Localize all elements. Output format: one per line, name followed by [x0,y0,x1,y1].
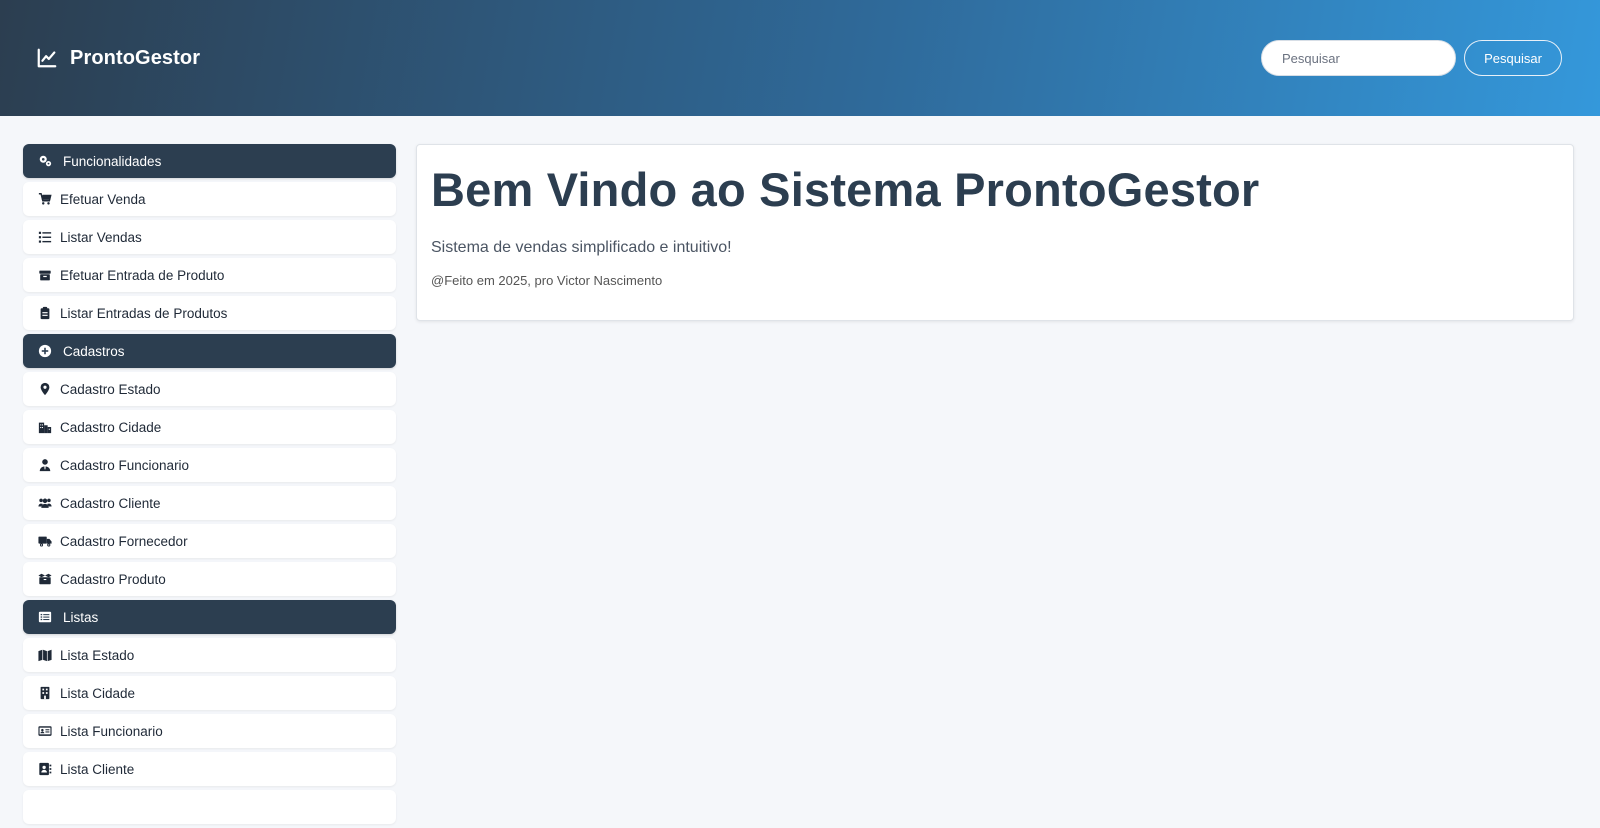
sidebar: Funcionalidades Efetuar Venda Listar Ven… [23,144,396,828]
sidebar-item-label: Cadastro Produto [60,571,166,587]
search-input[interactable] [1261,40,1456,76]
sidebar-item-label: Lista Cliente [60,761,135,777]
gears-icon [37,153,53,169]
sidebar-item-label: Lista Funcionario [60,723,163,739]
welcome-title: Bem Vindo ao Sistema ProntoGestor [431,163,1260,216]
sidebar-item-listar-vendas[interactable]: Listar Vendas [23,220,396,254]
boxes-icon [37,571,53,587]
list-alt-icon [37,609,53,625]
sidebar-item-label: Cadastro Cidade [60,419,162,435]
sidebar-item-cadastro-estado[interactable]: Cadastro Estado [23,372,396,406]
sidebar-item-label: Listar Vendas [60,229,142,245]
sidebar-item-label: Lista Cidade [60,685,136,701]
sidebar-item-lista-cidade[interactable]: Lista Cidade [23,676,396,710]
welcome-subtitle: Sistema de vendas simplificado e intuiti… [431,239,732,257]
brand-name: ProntoGestor [70,46,201,69]
sidebar-item-cadastro-fornecedor[interactable]: Cadastro Fornecedor [23,524,396,558]
top-navbar: ProntoGestor Pesquisar [0,0,1600,116]
city-icon [37,419,53,435]
map-icon [37,647,53,663]
sidebar-item-partial[interactable] [23,790,396,824]
address-book-icon [37,761,53,777]
sidebar-header-cadastros[interactable]: Cadastros [23,334,396,368]
box-icon [37,267,53,283]
sidebar-header-label: Cadastros [63,343,125,359]
sidebar-item-listar-entradas[interactable]: Listar Entradas de Produtos [23,296,396,330]
welcome-card: Bem Vindo ao Sistema ProntoGestor Sistem… [416,144,1574,321]
sidebar-item-lista-estado[interactable]: Lista Estado [23,638,396,672]
sidebar-item-label: Efetuar Entrada de Produto [60,267,225,283]
sidebar-item-lista-funcionario[interactable]: Lista Funcionario [23,714,396,748]
sidebar-item-efetuar-venda[interactable]: Efetuar Venda [23,182,396,216]
brand[interactable]: ProntoGestor [36,47,200,70]
sidebar-header-label: Listas [63,609,99,625]
map-pin-icon [37,381,53,397]
sidebar-item-cadastro-funcionario[interactable]: Cadastro Funcionario [23,448,396,482]
truck-icon [37,533,53,549]
search-form: Pesquisar [1261,40,1562,76]
plus-circle-icon [37,343,53,359]
clipboard-icon [37,305,53,321]
sidebar-item-efetuar-entrada[interactable]: Efetuar Entrada de Produto [23,258,396,292]
sidebar-item-cadastro-produto[interactable]: Cadastro Produto [23,562,396,596]
sidebar-item-cadastro-cidade[interactable]: Cadastro Cidade [23,410,396,444]
building-icon [37,685,53,701]
sidebar-item-label: Cadastro Estado [60,381,161,397]
sidebar-header-funcionalidades[interactable]: Funcionalidades [23,144,396,178]
sidebar-item-label: Cadastro Funcionario [60,457,190,473]
sidebar-item-label: Listar Entradas de Produtos [60,305,228,321]
users-icon [37,495,53,511]
chart-line-icon [36,47,58,69]
search-button[interactable]: Pesquisar [1464,40,1562,76]
welcome-credit: @Feito em 2025, pro Victor Nascimento [431,273,663,289]
sidebar-item-cadastro-cliente[interactable]: Cadastro Cliente [23,486,396,520]
sidebar-item-lista-cliente[interactable]: Lista Cliente [23,752,396,786]
list-icon [37,229,53,245]
sidebar-item-label: Efetuar Venda [60,191,146,207]
id-card-icon [37,723,53,739]
sidebar-item-label: Cadastro Fornecedor [60,533,188,549]
cart-icon [37,191,53,207]
sidebar-item-label: Lista Estado [60,647,135,663]
sidebar-item-label: Cadastro Cliente [60,495,161,511]
sidebar-header-label: Funcionalidades [63,153,162,169]
user-tie-icon [37,457,53,473]
sidebar-header-listas[interactable]: Listas [23,600,396,634]
